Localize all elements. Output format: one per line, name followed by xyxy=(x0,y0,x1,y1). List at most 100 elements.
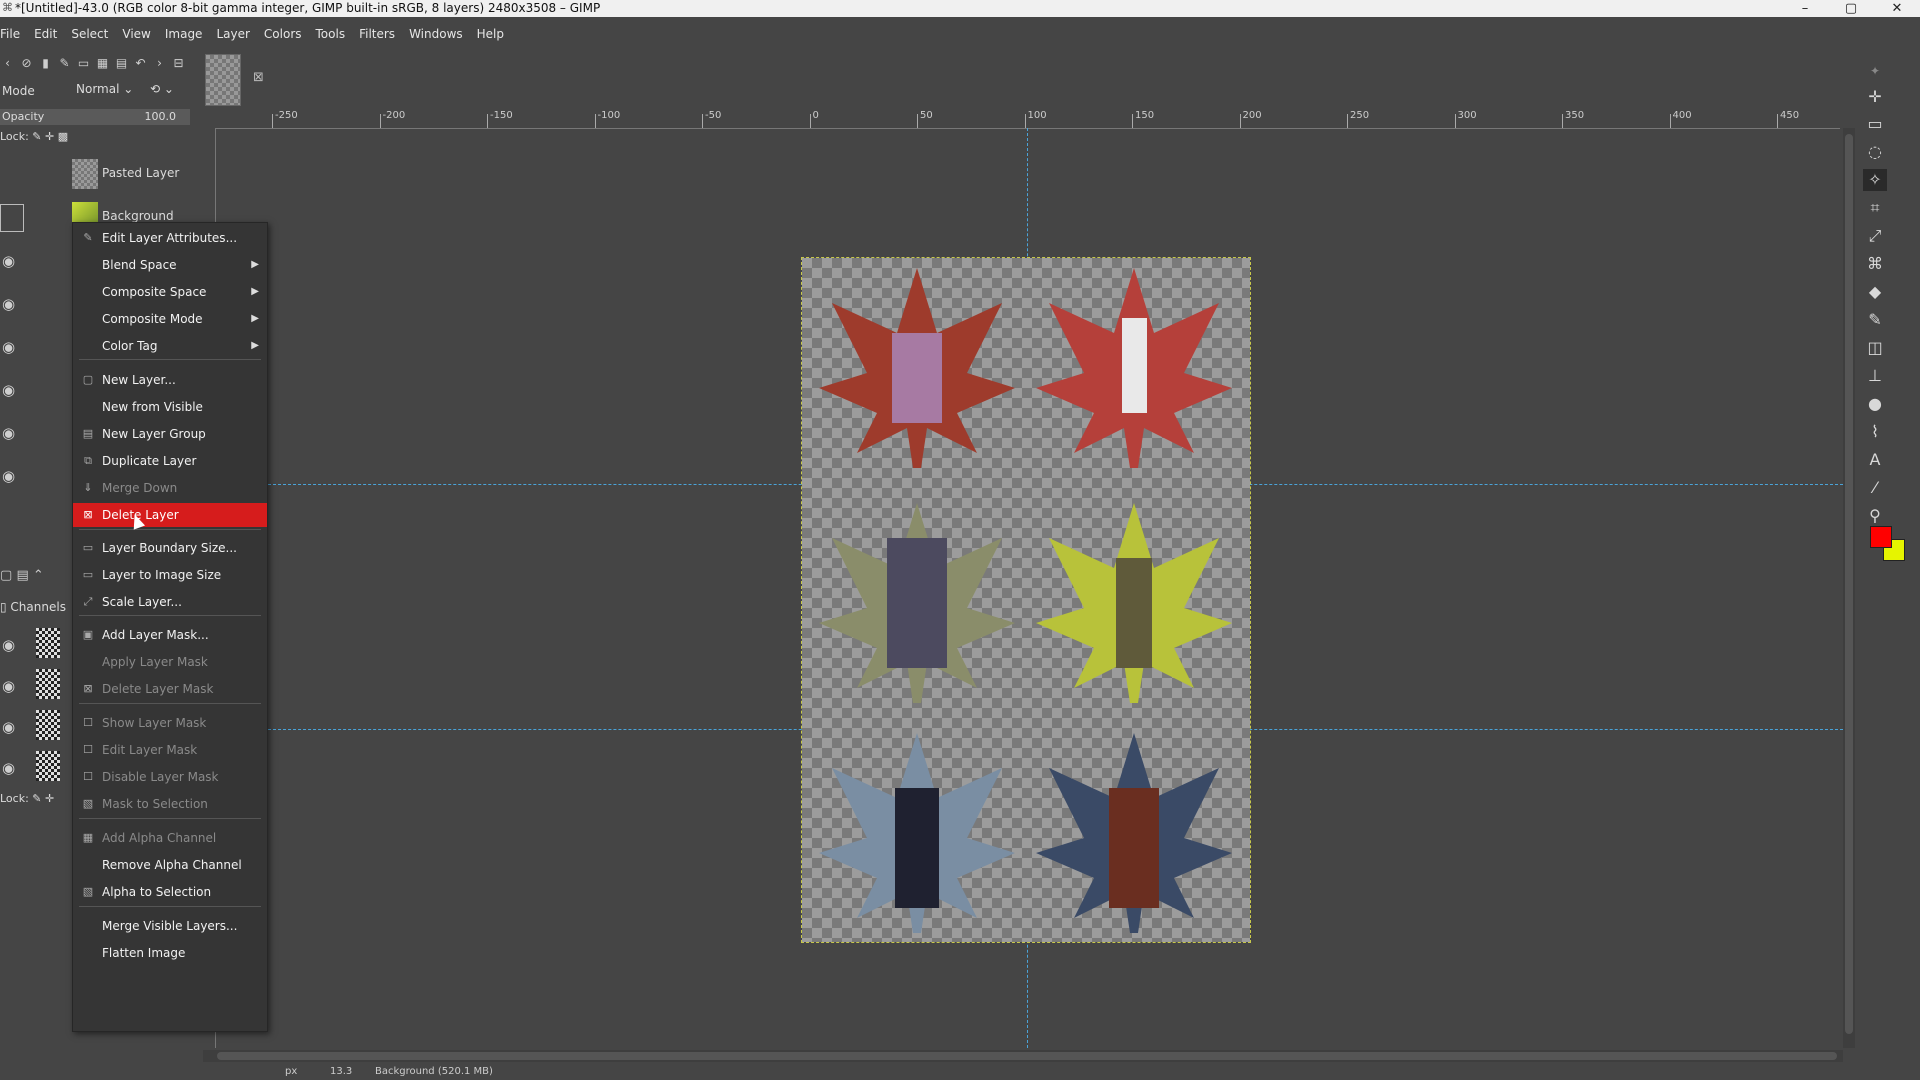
menu-item-remove-alpha-channel[interactable]: Remove Alpha Channel xyxy=(73,853,267,877)
menu-item-show-layer-mask[interactable]: ☐ Show Layer Mask xyxy=(73,711,267,735)
eye-icon[interactable]: ◉ xyxy=(2,718,22,736)
image-canvas[interactable] xyxy=(801,257,1251,943)
menu-colors[interactable]: Colors xyxy=(257,27,309,41)
gradient-tab-icon[interactable]: ▮ xyxy=(38,56,53,71)
lock-alpha-icon[interactable]: ▩ xyxy=(58,130,68,143)
menu-edit[interactable]: Edit xyxy=(27,27,64,41)
reset-mode-icon[interactable]: ⟲ ⌄ xyxy=(150,82,174,96)
transform-tool-icon[interactable]: ⤢ xyxy=(1863,225,1887,247)
layers-tab-icon[interactable]: ▤ xyxy=(114,56,129,71)
zoom-tool-icon[interactable]: ⚲ xyxy=(1863,505,1887,527)
menu-item-merge-visible-layers[interactable]: Merge Visible Layers... xyxy=(73,914,267,938)
menu-item-blend-space[interactable]: Blend Space ▶ xyxy=(73,253,267,277)
pattern-tab-icon[interactable]: ▭ xyxy=(76,56,91,71)
move-tool-icon[interactable]: ✛ xyxy=(1863,86,1887,108)
menu-item-mask-to-selection[interactable]: ▧ Mask to Selection xyxy=(73,792,267,816)
menu-item-flatten-image[interactable]: Flatten Image xyxy=(73,941,267,965)
device-tab-icon[interactable]: ▦ xyxy=(95,56,110,71)
lock-position-icon[interactable]: ✛ xyxy=(45,130,54,143)
menu-layer[interactable]: Layer xyxy=(209,27,256,41)
lasso-tool-icon[interactable]: ◌ xyxy=(1863,141,1887,163)
menu-item-new-layer-group[interactable]: ▤ New Layer Group xyxy=(73,422,267,446)
layer-row[interactable]: Pasted Layer xyxy=(0,153,193,193)
eye-icon[interactable]: ◉ xyxy=(2,295,22,313)
eye-icon[interactable]: ◉ xyxy=(2,424,22,442)
horizontal-scrollbar[interactable] xyxy=(203,1050,1843,1062)
warp-tool-icon[interactable]: ⌘ xyxy=(1863,253,1887,275)
menu-item-disable-layer-mask[interactable]: ☐ Disable Layer Mask xyxy=(73,765,267,789)
channel-row[interactable]: ◉ xyxy=(0,751,80,787)
close-button[interactable]: ✕ xyxy=(1874,0,1920,17)
menu-item-color-tag[interactable]: Color Tag ▶ xyxy=(73,334,267,358)
unit-select[interactable]: px xyxy=(285,1066,297,1077)
crop-tool-icon[interactable]: ⌗ xyxy=(1863,197,1887,219)
menu-item-new-layer[interactable]: ▢ New Layer... xyxy=(73,368,267,392)
image-thumbnail-tab[interactable] xyxy=(205,54,241,106)
channel-row[interactable]: ◉ xyxy=(0,669,80,705)
brush-tab-icon[interactable]: ✎ xyxy=(57,56,72,71)
menu-item-add-alpha-channel[interactable]: ▦ Add Alpha Channel xyxy=(73,826,267,850)
foreground-color-swatch[interactable] xyxy=(1870,526,1892,548)
scrollbar-thumb[interactable] xyxy=(1845,134,1853,1034)
menu-item-composite-mode[interactable]: Composite Mode ▶ xyxy=(73,307,267,331)
smudge-tool-icon[interactable]: ● xyxy=(1863,393,1887,415)
vertical-scrollbar[interactable] xyxy=(1843,128,1855,1048)
menu-item-delete-layer[interactable]: ⊠ Delete Layer xyxy=(73,503,267,527)
color-picker-tool-icon[interactable]: ⁄ xyxy=(1863,477,1887,499)
text-tool-icon[interactable]: A xyxy=(1863,449,1887,471)
close-icon[interactable]: ⊠ xyxy=(253,70,264,85)
fuzzy-select-tool-icon[interactable]: ✧ xyxy=(1863,169,1887,191)
lock-pixels-icon[interactable]: ✎ xyxy=(32,792,41,805)
lock-position-icon[interactable]: ✛ xyxy=(45,792,54,805)
layer-chain-box[interactable] xyxy=(0,204,24,232)
eye-icon[interactable]: ◉ xyxy=(2,677,22,695)
menu-item-scale-layer[interactable]: ⤢ Scale Layer... xyxy=(73,590,267,614)
paths-tab-icon[interactable]: › xyxy=(152,56,167,71)
channel-row[interactable]: ◉ xyxy=(0,710,80,746)
menu-windows[interactable]: Windows xyxy=(402,27,470,41)
menu-item-edit-layer-mask[interactable]: ☐ Edit Layer Mask xyxy=(73,738,267,762)
bucket-fill-tool-icon[interactable]: ◆ xyxy=(1863,281,1887,303)
mode-select[interactable]: Normal ⌄ xyxy=(76,82,142,96)
clone-tool-icon[interactable]: ⊥ xyxy=(1863,365,1887,387)
menu-item-edit-layer-attributes[interactable]: ✎ Edit Layer Attributes... xyxy=(73,226,267,250)
eraser-tool-icon[interactable]: ◫ xyxy=(1863,337,1887,359)
channels-tab[interactable]: ▯ Channels xyxy=(0,600,66,614)
channel-row[interactable]: ◉ xyxy=(0,628,80,664)
tab-arrow-icon[interactable]: ‹ xyxy=(0,56,15,71)
menu-item-new-from-visible[interactable]: New from Visible xyxy=(73,395,267,419)
menu-item-alpha-to-selection[interactable]: ▧ Alpha to Selection xyxy=(73,880,267,904)
opacity-slider[interactable]: Opacity 100.0 xyxy=(0,109,190,125)
scrollbar-thumb[interactable] xyxy=(217,1052,1837,1060)
eye-icon[interactable]: ◉ xyxy=(2,252,22,270)
new-layer-icon[interactable]: ▢ xyxy=(0,568,12,583)
paintbrush-tool-icon[interactable]: ✎ xyxy=(1863,309,1887,331)
menu-view[interactable]: View xyxy=(115,27,157,41)
paths-tool-icon[interactable]: ⌇ xyxy=(1863,421,1887,443)
menu-item-layer-boundary-size[interactable]: ▭ Layer Boundary Size... xyxy=(73,536,267,560)
new-group-icon[interactable]: ▤ xyxy=(16,568,28,583)
menu-item-add-layer-mask[interactable]: ▣ Add Layer Mask... xyxy=(73,623,267,647)
undo-tab-icon[interactable]: ↶ xyxy=(133,56,148,71)
menu-item-apply-layer-mask[interactable]: Apply Layer Mask xyxy=(73,650,267,674)
minimize-button[interactable]: – xyxy=(1782,0,1828,17)
rect-select-tool-icon[interactable]: ▭ xyxy=(1863,113,1887,135)
menu-file[interactable]: File xyxy=(0,27,27,41)
dock-menu-icon[interactable]: ⊟ xyxy=(171,56,186,71)
maximize-button[interactable]: ▢ xyxy=(1828,0,1874,17)
eye-icon[interactable]: ◉ xyxy=(2,338,22,356)
eye-icon[interactable]: ◉ xyxy=(2,636,22,654)
menu-item-composite-space[interactable]: Composite Space ▶ xyxy=(73,280,267,304)
menu-image[interactable]: Image xyxy=(158,27,210,41)
menu-item-merge-down[interactable]: ⇓ Merge Down xyxy=(73,476,267,500)
menu-filters[interactable]: Filters xyxy=(352,27,402,41)
eye-icon[interactable]: ◉ xyxy=(2,381,22,399)
menu-item-layer-to-image-size[interactable]: ▭ Layer to Image Size xyxy=(73,563,267,587)
menu-item-delete-layer-mask[interactable]: ⊠ Delete Layer Mask xyxy=(73,677,267,701)
zoom-select[interactable]: 13.3 xyxy=(330,1066,352,1077)
menu-tools[interactable]: Tools xyxy=(309,27,353,41)
tool-options-tab-icon[interactable]: ⊘ xyxy=(19,56,34,71)
lock-pixels-icon[interactable]: ✎ xyxy=(32,130,41,143)
eye-icon[interactable]: ◉ xyxy=(2,467,22,485)
raise-layer-icon[interactable]: ⌃ xyxy=(33,568,44,583)
